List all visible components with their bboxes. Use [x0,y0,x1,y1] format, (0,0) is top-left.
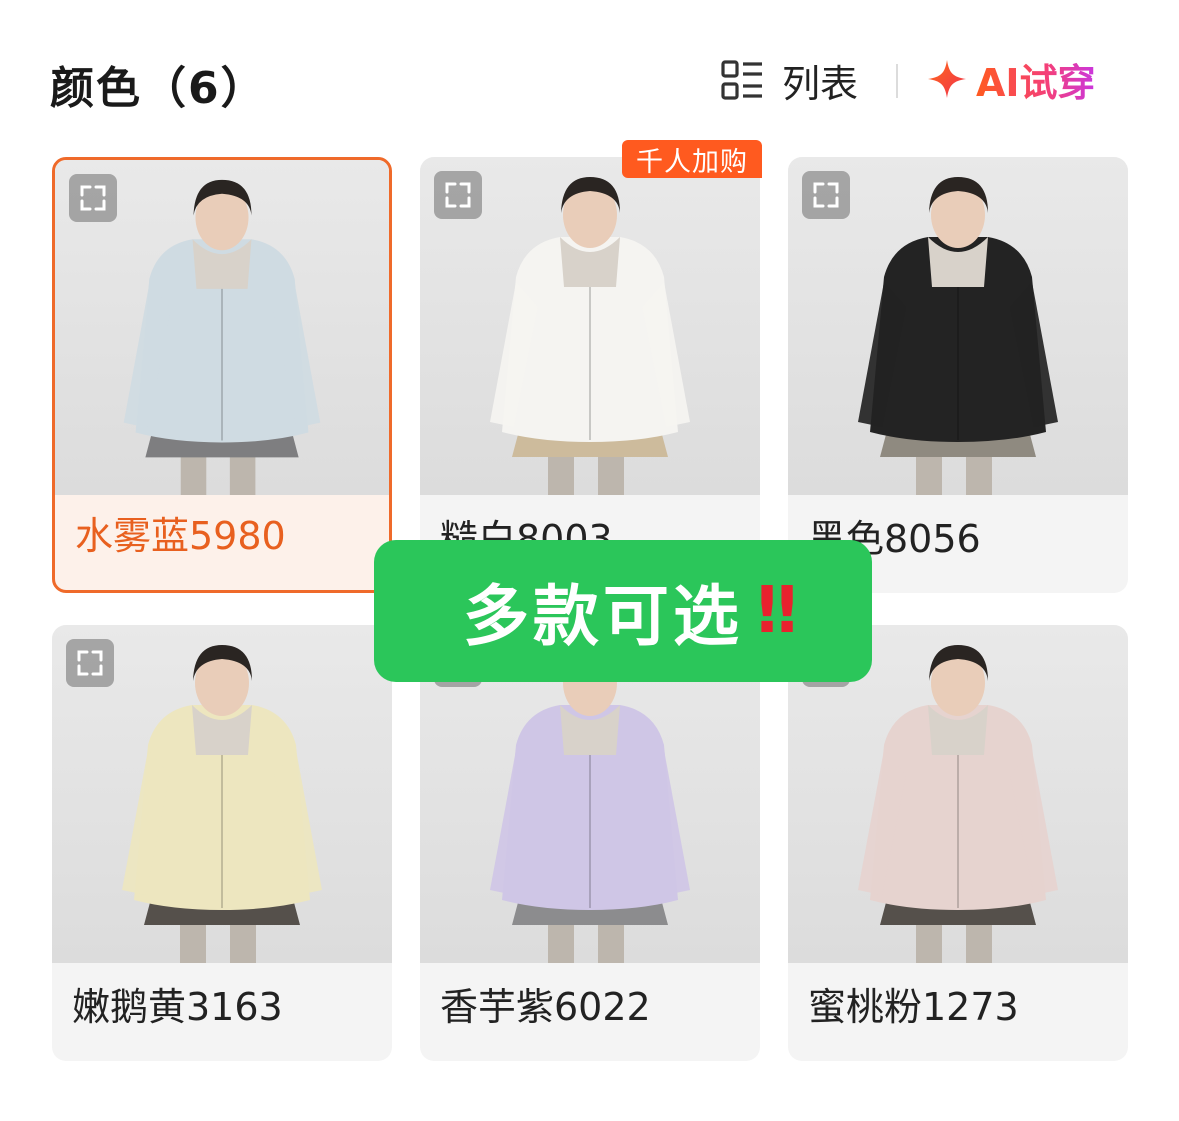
double-exclamation-icon: ‼ [756,574,797,648]
expand-icon[interactable] [66,639,114,687]
list-view-button[interactable]: 列表 [720,56,858,106]
color-option-card[interactable]: 糙白8003 [420,157,760,593]
section-title: 颜色（6） [50,63,267,114]
promo-overlay: 多款可选 ‼ [374,540,872,682]
ai-try-on-label: AI试穿 [976,52,1096,107]
list-view-icon [721,60,762,100]
color-option-label: 嫩鹅黄3163 [72,985,283,1029]
expand-icon[interactable] [69,174,117,222]
color-option-card[interactable]: 嫩鹅黄3163 [52,625,392,1061]
ai-try-on-button[interactable]: AI试穿 [926,52,1096,107]
header-divider [896,64,898,98]
color-section-header: 颜色（6） 列表 AI试穿 [0,0,1179,140]
color-option-label: 香芋紫6022 [440,985,651,1029]
promo-overlay-text: 多款可选 [462,578,743,655]
expand-icon[interactable] [802,171,850,219]
expand-icon[interactable] [434,171,482,219]
color-option-card[interactable]: 香芋紫6022 [420,625,760,1061]
color-option-label: 蜜桃粉1273 [808,985,1019,1029]
sparkle-icon [928,60,966,98]
color-option-card[interactable]: 水雾蓝5980 [52,157,392,593]
popular-badge: 千人加购 [622,140,762,178]
color-option-card[interactable]: 黑色8056 [788,157,1128,593]
color-option-label: 水雾蓝5980 [75,514,286,558]
color-option-card[interactable]: 蜜桃粉1273 [788,625,1128,1061]
list-view-label: 列表 [782,61,859,106]
